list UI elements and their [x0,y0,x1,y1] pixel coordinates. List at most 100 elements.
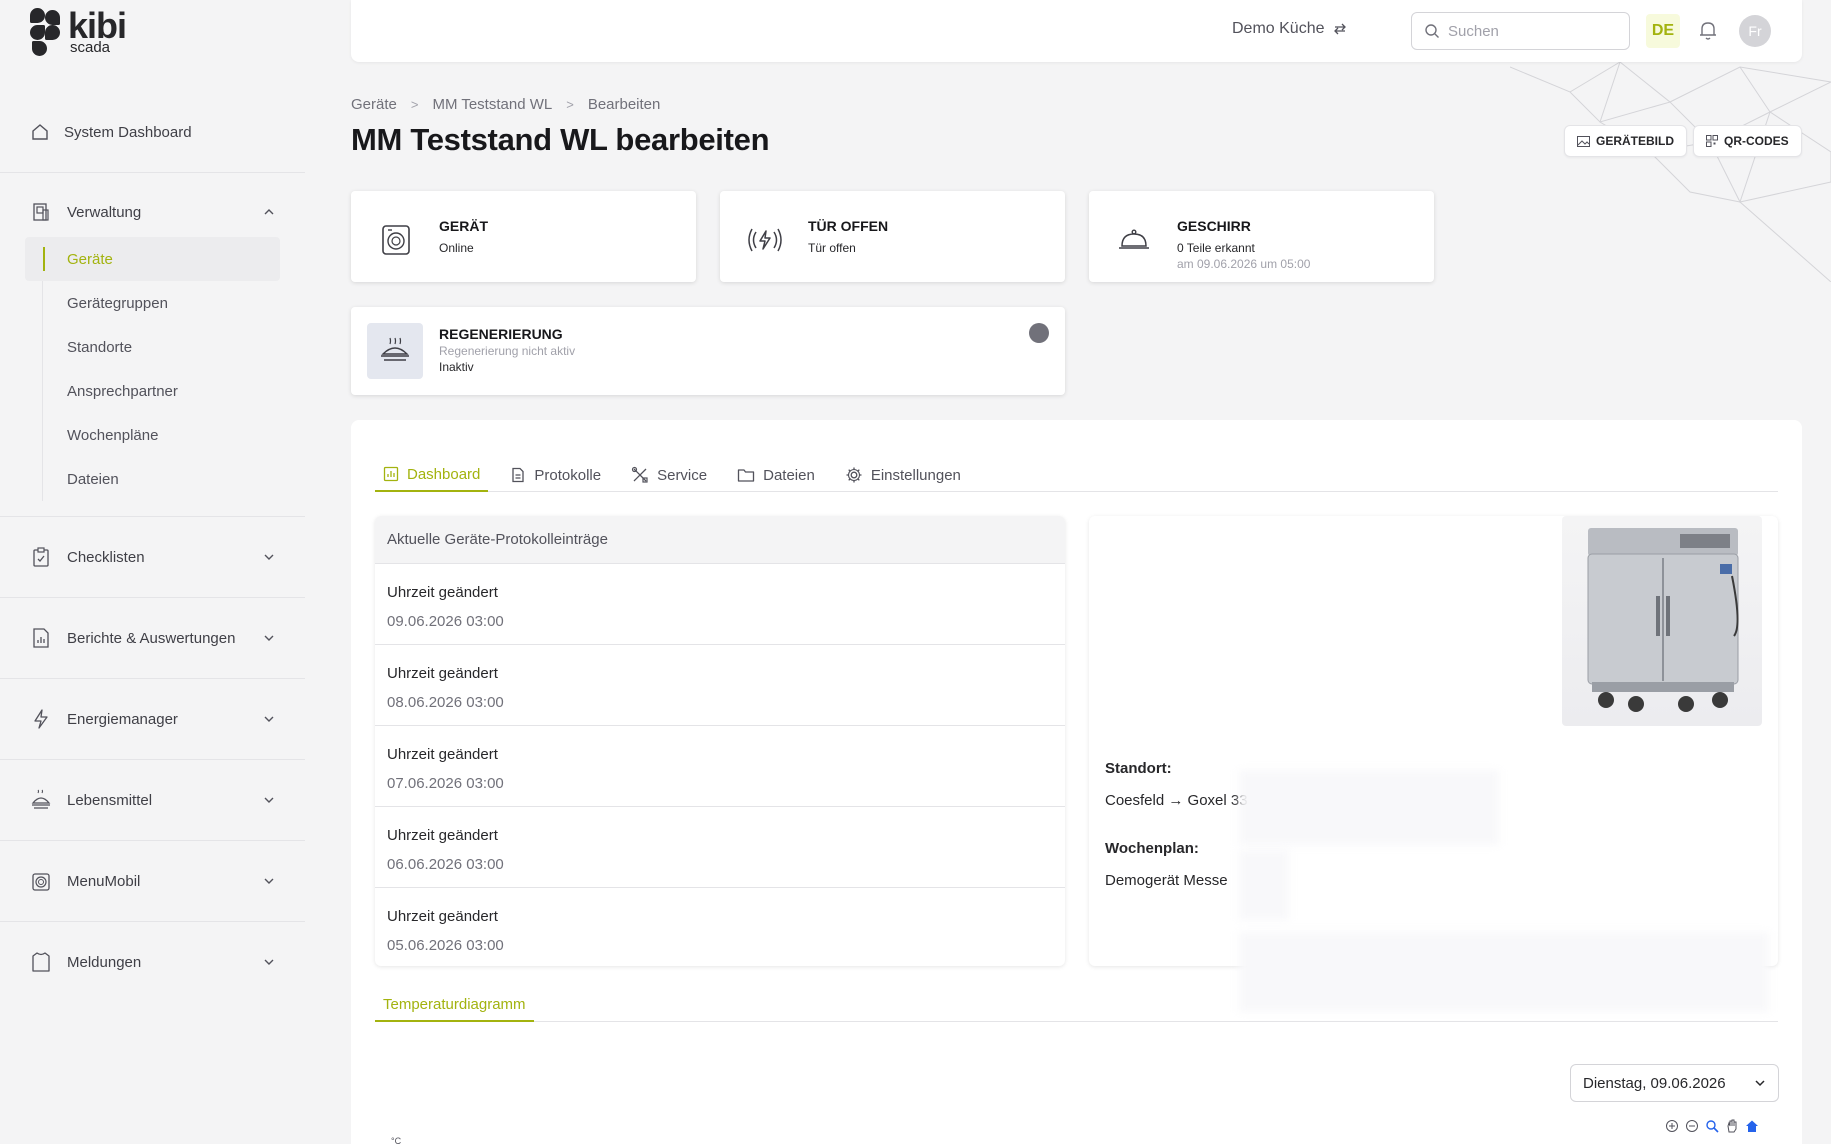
nav-group-menumobil[interactable]: MenuMobil [30,870,275,892]
chart-toolbar [1664,1118,1760,1134]
language-switcher[interactable]: DE [1646,14,1680,48]
logo[interactable]: kibi scada [30,8,127,58]
tab-einstellungen[interactable]: Einstellungen [837,458,969,492]
chevron-right-icon: > [410,97,419,112]
device-image-button-label: GERÄTEBILD [1596,134,1674,148]
lightning-icon [30,708,52,730]
breadcrumb-device[interactable]: MM Teststand WL [432,96,552,113]
status-card-title: GERÄT [439,218,488,234]
main-panel: Dashboard Protokolle Service Dateien Ein… [351,420,1802,1144]
list-item[interactable]: Uhrzeit geändert 09.06.2026 03:00 [375,564,1065,645]
cloche-icon [1113,219,1155,261]
image-icon [1577,135,1590,147]
nav-group-lebensmittel[interactable]: Lebensmittel [30,789,275,811]
sidebar-item-geraetegruppen[interactable]: Gerätegruppen [43,281,280,325]
document-icon [512,467,525,483]
log-entry-date: 08.06.2026 03:00 [387,694,504,711]
tab-service[interactable]: Service [623,458,715,492]
clipboard-icon [30,546,52,568]
tools-icon [631,466,648,483]
kitchen-switcher[interactable]: Demo Küche [1232,20,1347,38]
tab-dashboard[interactable]: Dashboard [375,458,489,492]
log-entry-date: 05.06.2026 03:00 [387,937,504,954]
status-card-device: GERÄT Online [351,191,696,282]
device-icon [375,219,417,261]
nav-system-dashboard[interactable]: System Dashboard [30,122,192,142]
list-item[interactable]: Uhrzeit geändert 08.06.2026 03:00 [375,645,1065,726]
breadcrumb-geraete[interactable]: Geräte [351,96,397,113]
status-card-title: GESCHIRR [1177,218,1251,234]
device-image [1562,516,1762,726]
sidebar-item-geraete[interactable]: Geräte [25,237,280,281]
nav-group-verwaltung[interactable]: Verwaltung [30,201,275,223]
sidebar-item-wochenplaene[interactable]: Wochenpläne [43,413,280,457]
magnifier-icon[interactable] [1704,1118,1720,1134]
divider [0,759,305,760]
nav-group-energiemanager-label: Energiemanager [67,710,178,728]
sidebar-item-standorte[interactable]: Standorte [43,325,280,369]
status-card-value: Tür offen [808,241,856,255]
tab-bar: Dashboard Protokolle Service Dateien Ein… [375,458,1778,492]
food-icon [30,789,52,811]
device-image-button[interactable]: GERÄTEBILD [1564,125,1687,157]
qr-codes-button-label: QR-CODES [1724,134,1789,148]
device-info: Standort: Coesfeld → Goxel 33 Wochenplan… [1089,516,1778,966]
home-icon[interactable] [1744,1118,1760,1134]
chart-icon [383,466,399,482]
status-indicator [1029,323,1049,343]
location-value: Coesfeld → Goxel 33 [1105,792,1248,809]
tab-dateien[interactable]: Dateien [729,458,823,492]
nav-group-meldungen[interactable]: Meldungen [30,951,275,973]
zoom-out-icon[interactable] [1684,1118,1700,1134]
avatar[interactable]: Fr [1739,15,1771,47]
nav-group-energiemanager[interactable]: Energiemanager [30,708,275,730]
kitchen-name: Demo Küche [1232,20,1325,37]
divider [0,678,305,679]
chevron-down-icon [264,797,274,803]
search-box [1411,12,1630,50]
sidebar-item-ansprechpartner[interactable]: Ansprechpartner [43,369,280,413]
list-item[interactable]: Uhrzeit geändert 07.06.2026 03:00 [375,726,1065,807]
sidebar-item-dateien[interactable]: Dateien [43,457,280,501]
topbar: Demo Küche DE Fr [351,0,1802,62]
search-input[interactable] [1448,22,1618,40]
tab-label: Dashboard [407,465,481,483]
nav-group-berichte[interactable]: Berichte & Auswertungen [30,627,275,649]
zoom-in-icon[interactable] [1664,1118,1680,1134]
tab-label: Service [657,466,708,484]
page-title: MM Teststand WL bearbeiten [351,122,770,157]
bell-icon[interactable] [1697,19,1719,41]
pan-icon[interactable] [1724,1118,1740,1134]
building-icon [30,201,52,223]
schedule-label: Wochenplan: [1105,840,1199,857]
nav-group-checklisten[interactable]: Checklisten [30,546,275,568]
divider [0,172,305,173]
nav-group-checklisten-label: Checklisten [67,548,145,566]
tab-temperature-chart[interactable]: Temperaturdiagramm [375,988,534,1022]
chevron-down-icon [264,959,274,965]
device-icon [30,870,52,892]
tab-label: Protokolle [534,466,602,484]
gear-icon [846,467,862,483]
verwaltung-submenu: Geräte Gerätegruppen Standorte Ansprechp… [25,237,280,501]
chart-y-axis-label: °C [391,1136,402,1144]
divider [0,921,305,922]
chevron-down-icon [264,878,274,884]
list-item[interactable]: Uhrzeit geändert 05.06.2026 03:00 [375,888,1065,966]
tab-protokolle[interactable]: Protokolle [502,458,609,492]
breadcrumb: Geräte > MM Teststand WL > Bearbeiten [351,96,660,113]
log-entry-date: 06.06.2026 03:00 [387,856,504,873]
chevron-down-icon [264,635,274,641]
schedule-value: Demogerät Messe [1105,872,1228,889]
list-item[interactable]: Uhrzeit geändert 06.06.2026 03:00 [375,807,1065,888]
background-decoration [1510,62,1831,282]
folder-icon [737,469,755,482]
sensor-icon [744,219,786,261]
log-entry-date: 07.06.2026 03:00 [387,775,504,792]
status-card-value: Inaktiv [439,360,474,374]
home-icon [32,124,48,140]
qr-codes-button[interactable]: QR-CODES [1693,125,1802,157]
tab-label: Einstellungen [870,466,961,484]
log-entry-title: Uhrzeit geändert [387,908,498,925]
date-select[interactable]: Dienstag, 09.06.2026 [1570,1064,1779,1102]
